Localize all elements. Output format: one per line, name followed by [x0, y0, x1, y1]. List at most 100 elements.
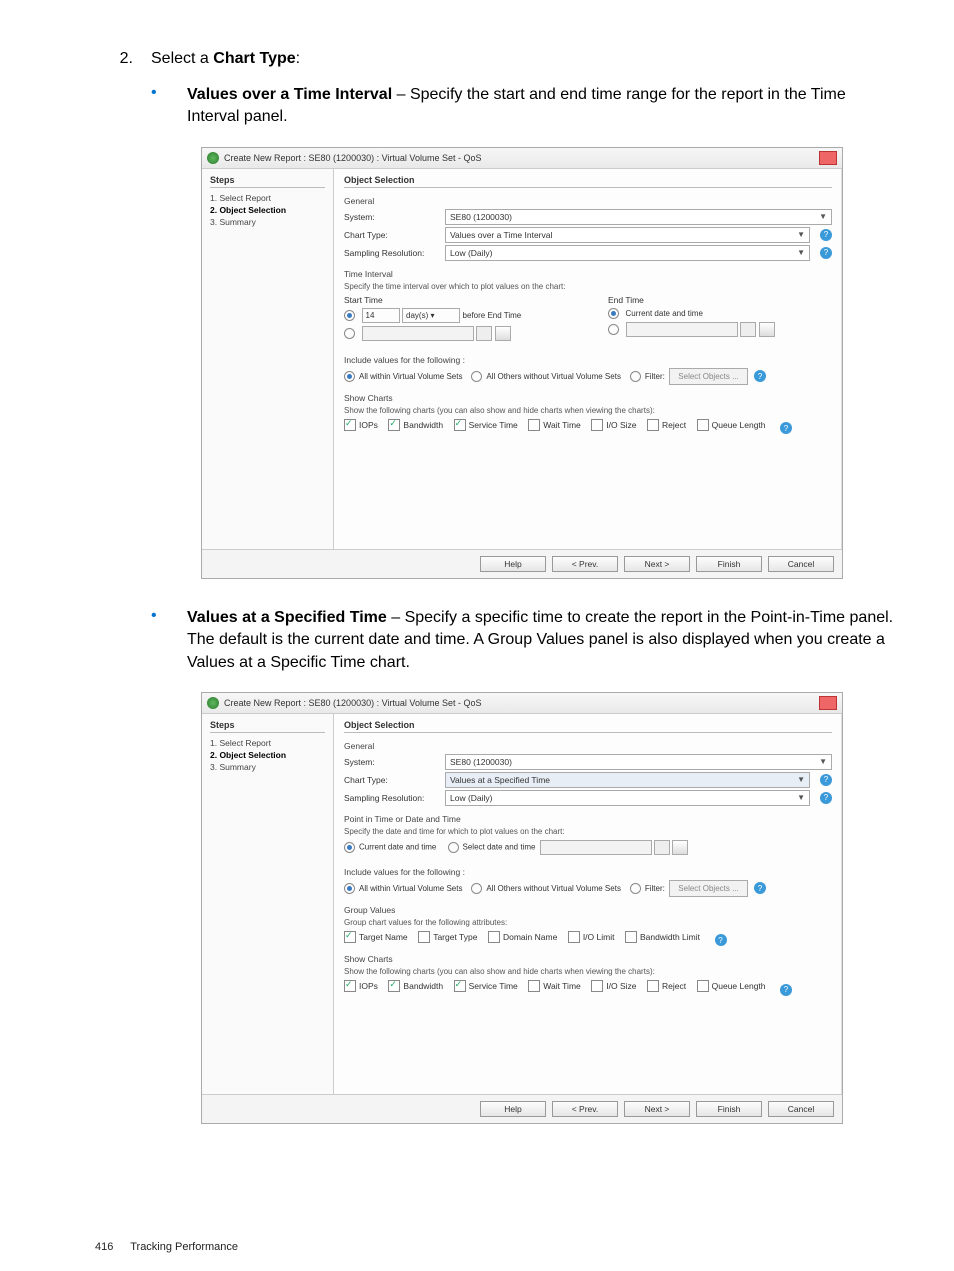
step-item-3[interactable]: 3. Summary	[210, 216, 325, 228]
radio-all-others[interactable]	[471, 883, 482, 894]
radio-filter[interactable]	[630, 371, 641, 382]
label-system: System:	[344, 212, 439, 222]
chk-queue[interactable]	[697, 419, 709, 431]
radio-end-current[interactable]	[608, 308, 619, 319]
step-number: 2.	[95, 50, 151, 68]
help-icon[interactable]: ?	[780, 422, 792, 434]
radio-all-within[interactable]	[344, 883, 355, 894]
chevron-down-icon: ▼	[797, 791, 805, 805]
step-line: 2. Select a Chart Type:	[95, 50, 894, 68]
page-footer: 416 Tracking Performance	[95, 1241, 238, 1253]
step-item-1[interactable]: 1. Select Report	[210, 737, 325, 749]
chk-target-name[interactable]	[344, 931, 356, 943]
prev-button[interactable]: < Prev.	[552, 556, 618, 572]
ti-desc: Specify the time interval over which to …	[344, 282, 832, 291]
radio-all-others[interactable]	[471, 371, 482, 382]
field-sampling[interactable]: Low (Daily)▼	[445, 790, 810, 806]
dialog-title: Create New Report : SE80 (1200030) : Vir…	[224, 698, 819, 708]
chk-io-limit[interactable]	[568, 931, 580, 943]
chevron-down-icon: ▼	[819, 755, 827, 769]
section-group: Group Values	[344, 905, 832, 915]
help-icon[interactable]: ?	[715, 934, 727, 946]
chk-iosize[interactable]	[591, 980, 603, 992]
chk-bandwidth[interactable]	[388, 980, 400, 992]
field-chart-type[interactable]: Values at a Specified Time▼	[445, 772, 810, 788]
steps-header: Steps	[210, 175, 325, 188]
steps-sidebar: Steps 1. Select Report 2. Object Selecti…	[202, 169, 334, 549]
page-number: 416	[95, 1241, 113, 1253]
field-system[interactable]: SE80 (1200030)▼	[445, 754, 832, 770]
spinner-icon[interactable]	[654, 840, 670, 855]
chk-wait[interactable]	[528, 980, 540, 992]
next-button[interactable]: Next >	[624, 1101, 690, 1117]
dialog-title: Create New Report : SE80 (1200030) : Vir…	[224, 153, 819, 163]
prev-button[interactable]: < Prev.	[552, 1101, 618, 1117]
chk-bandwidth[interactable]	[388, 419, 400, 431]
step-item-2[interactable]: 2. Object Selection	[210, 204, 325, 216]
radio-current-dt[interactable]	[344, 842, 355, 853]
finish-button[interactable]: Finish	[696, 556, 762, 572]
input-start-date[interactable]	[362, 326, 474, 341]
chk-iosize[interactable]	[591, 419, 603, 431]
close-icon[interactable]	[819, 696, 837, 710]
chk-target-type[interactable]	[418, 931, 430, 943]
input-select-date[interactable]	[540, 840, 652, 855]
select-objects-button[interactable]: Select Objects ...	[669, 880, 747, 897]
chk-iops[interactable]	[344, 419, 356, 431]
close-icon[interactable]	[819, 151, 837, 165]
chk-service[interactable]	[454, 980, 466, 992]
help-icon[interactable]: ?	[820, 229, 832, 241]
input-interval-num[interactable]: 14	[362, 308, 400, 323]
chk-queue[interactable]	[697, 980, 709, 992]
chk-bw-limit[interactable]	[625, 931, 637, 943]
field-chart-type[interactable]: Values over a Time Interval▼	[445, 227, 810, 243]
label-sampling: Sampling Resolution:	[344, 248, 439, 258]
label-sampling: Sampling Resolution:	[344, 793, 439, 803]
section-show-charts: Show Charts	[344, 954, 832, 964]
chk-iops[interactable]	[344, 980, 356, 992]
app-icon	[207, 152, 219, 164]
section-time-interval: Time Interval	[344, 269, 832, 279]
help-button[interactable]: Help	[480, 1101, 546, 1117]
radio-all-within[interactable]	[344, 371, 355, 382]
footer-section: Tracking Performance	[130, 1241, 238, 1253]
chk-reject[interactable]	[647, 419, 659, 431]
steps-sidebar: Steps 1. Select Report 2. Object Selecti…	[202, 714, 334, 1094]
finish-button[interactable]: Finish	[696, 1101, 762, 1117]
select-interval-unit[interactable]: day(s) ▾	[402, 308, 460, 323]
help-icon[interactable]: ?	[820, 247, 832, 259]
field-sampling[interactable]: Low (Daily)▼	[445, 245, 810, 261]
calendar-icon[interactable]	[759, 322, 775, 337]
chk-domain[interactable]	[488, 931, 500, 943]
select-objects-button[interactable]: Select Objects ...	[669, 368, 747, 385]
help-icon[interactable]: ?	[754, 370, 766, 382]
cancel-button[interactable]: Cancel	[768, 556, 834, 572]
input-end-date[interactable]	[626, 322, 738, 337]
help-button[interactable]: Help	[480, 556, 546, 572]
next-button[interactable]: Next >	[624, 556, 690, 572]
cancel-button[interactable]: Cancel	[768, 1101, 834, 1117]
help-icon[interactable]: ?	[820, 792, 832, 804]
radio-relative[interactable]	[344, 310, 355, 321]
calendar-icon[interactable]	[672, 840, 688, 855]
chk-reject[interactable]	[647, 980, 659, 992]
help-icon[interactable]: ?	[820, 774, 832, 786]
field-system[interactable]: SE80 (1200030)▼	[445, 209, 832, 225]
spinner-icon[interactable]	[476, 326, 492, 341]
radio-filter[interactable]	[630, 883, 641, 894]
step-item-1[interactable]: 1. Select Report	[210, 192, 325, 204]
chk-service[interactable]	[454, 419, 466, 431]
step-item-3[interactable]: 3. Summary	[210, 761, 325, 773]
help-icon[interactable]: ?	[780, 984, 792, 996]
spinner-icon[interactable]	[740, 322, 756, 337]
radio-start-absolute[interactable]	[344, 328, 355, 339]
chk-wait[interactable]	[528, 419, 540, 431]
help-icon[interactable]: ?	[754, 882, 766, 894]
dialog-footer: Help < Prev. Next > Finish Cancel	[202, 1094, 842, 1123]
bullet-1: • Values over a Time Interval – Specify …	[151, 84, 894, 129]
chevron-down-icon: ▼	[797, 246, 805, 260]
radio-select-dt[interactable]	[448, 842, 459, 853]
calendar-icon[interactable]	[495, 326, 511, 341]
step-item-2[interactable]: 2. Object Selection	[210, 749, 325, 761]
radio-end-absolute[interactable]	[608, 324, 619, 335]
